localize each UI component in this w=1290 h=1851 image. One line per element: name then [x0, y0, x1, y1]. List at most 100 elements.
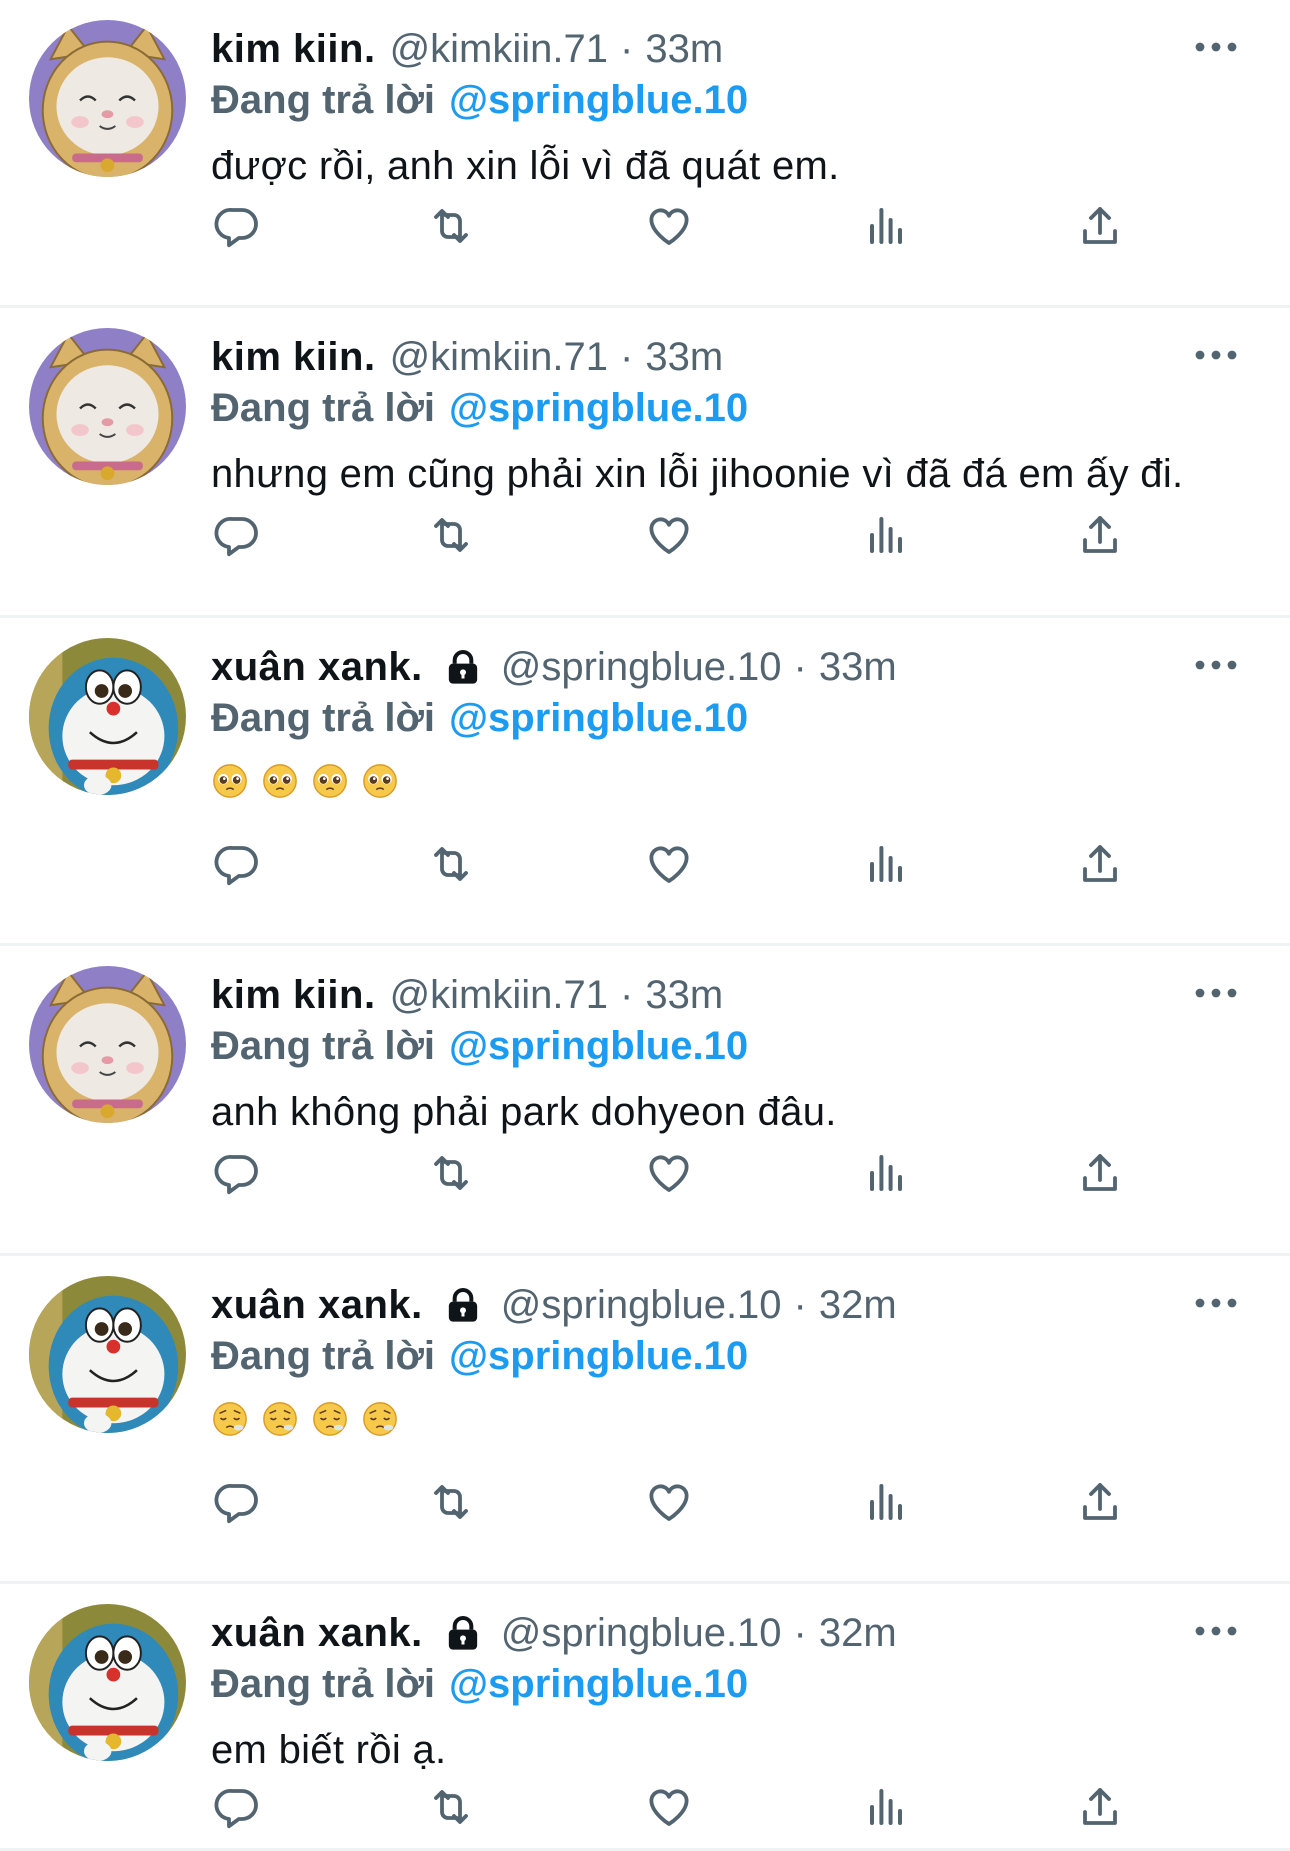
replying-to-label: Đang trả lời — [211, 1661, 436, 1706]
more-horizontal-icon — [1194, 987, 1238, 999]
replying-to: Đang trả lời @springblue.10 — [211, 1658, 1250, 1710]
tweet-content: xuân xank. @springblue.10 · 33m Đang trả lờ… — [211, 642, 1250, 802]
tweet[interactable]: kim kiin. @kimkiin.71 · 33m Đang trả lời @spr… — [0, 308, 1290, 618]
tweet-content: kim kiin. @kimkiin.71 · 33m Đang trả lời @spr… — [211, 332, 1250, 500]
like-button[interactable] — [641, 1145, 697, 1201]
retweet-button[interactable] — [423, 1779, 479, 1835]
heart-icon — [645, 1478, 693, 1526]
kitten-avatar[interactable] — [29, 20, 186, 177]
replying-to: Đang trả lời @springblue.10 — [211, 74, 1250, 126]
sad-relieved-face-icon — [311, 1400, 349, 1438]
reply-icon — [213, 1478, 261, 1526]
separator-dot: · — [793, 644, 807, 689]
timestamp[interactable]: 33m — [645, 335, 723, 380]
like-button[interactable] — [641, 507, 697, 563]
tweet[interactable]: kim kiin. @kimkiin.71 · 33m Đang trả lời @spr… — [0, 0, 1290, 308]
share-button[interactable] — [1072, 836, 1128, 892]
replying-to-handle[interactable]: @springblue.10 — [449, 1024, 748, 1069]
retweet-button[interactable] — [423, 1145, 479, 1201]
replying-to-label: Đang trả lời — [211, 695, 436, 740]
reply-button[interactable] — [209, 836, 265, 892]
replying-to-handle[interactable]: @springblue.10 — [449, 386, 748, 431]
replying-to-handle[interactable]: @springblue.10 — [449, 1334, 748, 1379]
retweet-icon — [427, 1149, 475, 1197]
user-handle[interactable]: @kimkiin.71 — [390, 973, 608, 1018]
more-options-button[interactable] — [1186, 22, 1246, 72]
share-button[interactable] — [1072, 1474, 1128, 1530]
like-button[interactable] — [641, 836, 697, 892]
separator-dot: · — [620, 334, 634, 379]
tweet-actions — [0, 507, 1290, 563]
reply-button[interactable] — [209, 1474, 265, 1530]
doraemon-avatar[interactable] — [29, 1276, 186, 1433]
user-handle[interactable]: @springblue.10 — [501, 1283, 782, 1328]
user-handle[interactable]: @springblue.10 — [501, 645, 782, 690]
kitten-avatar[interactable] — [29, 328, 186, 485]
retweet-button[interactable] — [423, 1474, 479, 1530]
retweet-button[interactable] — [423, 836, 479, 892]
views-button[interactable] — [858, 1474, 914, 1530]
kitten-avatar[interactable] — [29, 966, 186, 1123]
reply-icon — [213, 1149, 261, 1197]
more-options-button[interactable] — [1186, 968, 1246, 1018]
like-button[interactable] — [641, 1779, 697, 1835]
more-options-button[interactable] — [1186, 330, 1246, 380]
more-horizontal-icon — [1194, 659, 1238, 671]
replying-to-handle[interactable]: @springblue.10 — [449, 78, 748, 123]
share-button[interactable] — [1072, 198, 1128, 254]
replying-to-label: Đang trả lời — [211, 385, 436, 430]
timestamp[interactable]: 32m — [819, 1283, 897, 1328]
views-button[interactable] — [858, 1145, 914, 1201]
replying-to-handle[interactable]: @springblue.10 — [449, 696, 748, 741]
doraemon-avatar[interactable] — [29, 1604, 186, 1761]
reply-button[interactable] — [209, 1145, 265, 1201]
retweet-icon — [427, 1783, 475, 1831]
display-name[interactable]: xuân xank. — [211, 1611, 423, 1656]
display-name[interactable]: kim kiin. — [211, 27, 376, 72]
share-button[interactable] — [1072, 1779, 1128, 1835]
user-handle[interactable]: @springblue.10 — [501, 1611, 782, 1656]
timestamp[interactable]: 33m — [645, 27, 723, 72]
user-handle[interactable]: @kimkiin.71 — [390, 335, 608, 380]
display-name[interactable]: xuân xank. — [211, 1283, 423, 1328]
views-button[interactable] — [858, 836, 914, 892]
more-options-button[interactable] — [1186, 1278, 1246, 1328]
timestamp[interactable]: 33m — [819, 645, 897, 690]
views-button[interactable] — [858, 507, 914, 563]
tweet[interactable]: xuân xank. @springblue.10 · 32m Đang trả lờ… — [0, 1256, 1290, 1584]
pleading-face-icon — [311, 762, 349, 800]
like-button[interactable] — [641, 1474, 697, 1530]
pleading-face-icon — [361, 762, 399, 800]
replying-to-handle[interactable]: @springblue.10 — [449, 1662, 748, 1707]
lock-icon — [443, 647, 483, 687]
share-icon — [1076, 1149, 1124, 1197]
user-handle[interactable]: @kimkiin.71 — [390, 27, 608, 72]
share-button[interactable] — [1072, 1145, 1128, 1201]
tweet-text: nhưng em cũng phải xin lỗi jihoonie vì đ… — [211, 452, 1184, 496]
retweet-button[interactable] — [423, 198, 479, 254]
emoji-row — [211, 1400, 1250, 1440]
timestamp[interactable]: 33m — [645, 973, 723, 1018]
tweet[interactable]: xuân xank. @springblue.10 · 33m Đang trả lờ… — [0, 618, 1290, 946]
retweet-button[interactable] — [423, 507, 479, 563]
display-name[interactable]: kim kiin. — [211, 335, 376, 380]
tweet[interactable]: xuân xank. @springblue.10 · 32m Đang trả lờ… — [0, 1584, 1290, 1851]
more-options-button[interactable] — [1186, 640, 1246, 690]
reply-button[interactable] — [209, 198, 265, 254]
views-button[interactable] — [858, 1779, 914, 1835]
display-name[interactable]: kim kiin. — [211, 973, 376, 1018]
reply-button[interactable] — [209, 1779, 265, 1835]
views-button[interactable] — [858, 198, 914, 254]
tweet-content: xuân xank. @springblue.10 · 32m Đang trả lờ… — [211, 1280, 1250, 1440]
share-button[interactable] — [1072, 507, 1128, 563]
share-icon — [1076, 202, 1124, 250]
doraemon-avatar[interactable] — [29, 638, 186, 795]
more-options-button[interactable] — [1186, 1606, 1246, 1656]
like-button[interactable] — [641, 198, 697, 254]
tweet[interactable]: kim kiin. @kimkiin.71 · 33m Đang trả lời @spr… — [0, 946, 1290, 1256]
timestamp[interactable]: 32m — [819, 1611, 897, 1656]
reply-button[interactable] — [209, 507, 265, 563]
display-name[interactable]: xuân xank. — [211, 645, 423, 690]
more-horizontal-icon — [1194, 349, 1238, 361]
separator-dot: · — [793, 1282, 807, 1327]
